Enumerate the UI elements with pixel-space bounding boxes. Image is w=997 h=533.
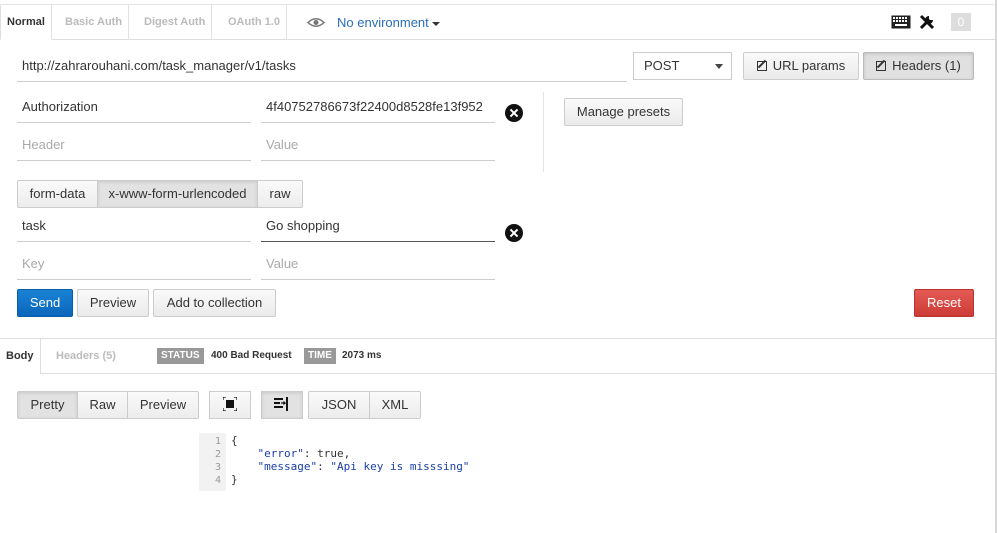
manage-presets-button[interactable]: Manage presets: [564, 98, 683, 126]
wrap-lines-button[interactable]: [261, 391, 303, 419]
json-key-message: "message": [257, 460, 318, 473]
remove-header-icon[interactable]: [505, 104, 523, 122]
reset-button[interactable]: Reset: [914, 289, 974, 317]
chevron-down-icon: [431, 21, 440, 26]
time-label: TIME: [304, 348, 336, 364]
edit-icon: [876, 61, 887, 71]
auth-tab-bar: Normal Basic Auth Digest Auth OAuth 1.0 …: [0, 4, 997, 40]
line-number: 3: [214, 462, 221, 473]
param-value-input[interactable]: Go shopping: [261, 210, 495, 242]
keyboard-icon[interactable]: [891, 15, 911, 29]
tab-response-headers[interactable]: Headers (5): [50, 339, 122, 374]
preview-button[interactable]: Preview: [77, 289, 149, 317]
divider: [543, 92, 544, 172]
header-key-input[interactable]: Authorization: [17, 91, 251, 123]
new-header-key-input[interactable]: Header: [17, 129, 251, 161]
line-number: 1: [214, 436, 221, 447]
view-raw-button[interactable]: Raw: [77, 391, 128, 419]
code-line-3: "message": "Api key is misssing": [257, 460, 470, 473]
add-to-collection-button[interactable]: Add to collection: [153, 289, 276, 317]
code-line-2: "error": true,: [257, 447, 351, 460]
header-value-input[interactable]: 4f40752786673f22400d8528fe13f952: [261, 91, 495, 123]
new-header-value-input[interactable]: Value: [261, 129, 495, 161]
url-params-button[interactable]: URL params: [743, 52, 859, 80]
url-params-label: URL params: [772, 58, 846, 73]
environment-label: No environment: [337, 15, 429, 30]
json-value-error: true: [317, 447, 344, 460]
tab-raw[interactable]: raw: [257, 180, 303, 208]
remove-param-icon[interactable]: [505, 224, 523, 242]
url-input[interactable]: http://zahrarouhani.com/task_manager/v1/…: [17, 50, 627, 82]
tab-normal[interactable]: Normal: [0, 5, 52, 40]
time-value: 2073 ms: [342, 350, 382, 361]
json-key-error: "error": [257, 447, 304, 460]
status-value: 400 Bad Request: [211, 350, 292, 361]
brace-open: {: [231, 434, 238, 447]
status-label: STATUS: [157, 348, 204, 364]
view-preview-button[interactable]: Preview: [127, 391, 199, 419]
brace-close: }: [231, 473, 238, 486]
line-number-gutter: 1 2 3 4: [199, 433, 226, 491]
wrench-icon[interactable]: [918, 13, 936, 31]
new-param-value-input[interactable]: Value: [261, 248, 495, 280]
edit-icon: [756, 61, 767, 71]
format-json-button[interactable]: JSON: [308, 391, 370, 419]
param-key-input[interactable]: task: [17, 210, 251, 242]
line-number: 4: [214, 475, 221, 486]
format-xml-button[interactable]: XML: [369, 391, 421, 419]
method-select[interactable]: POST: [633, 52, 732, 80]
tab-x-www-form-urlencoded[interactable]: x-www-form-urlencoded: [97, 180, 258, 208]
fullscreen-icon: [222, 396, 238, 412]
headers-label: Headers (1): [892, 58, 961, 73]
json-value-message: "Api key is misssing": [330, 460, 470, 473]
tab-digest-auth[interactable]: Digest Auth: [138, 5, 213, 40]
tab-form-data[interactable]: form-data: [17, 180, 98, 208]
tab-oauth[interactable]: OAuth 1.0: [222, 5, 287, 40]
fullscreen-button[interactable]: [209, 391, 251, 419]
wrap-lines-icon: [274, 397, 288, 411]
method-value: POST: [644, 58, 680, 73]
count-badge[interactable]: 0: [951, 13, 971, 31]
environment-selector[interactable]: No environment: [337, 5, 440, 40]
new-param-key-input[interactable]: Key: [17, 248, 251, 280]
eye-icon: [307, 18, 325, 27]
code-line-1: {: [231, 434, 238, 447]
response-tab-bar: Body Headers (5) STATUS 400 Bad Request …: [0, 338, 997, 374]
tab-basic-auth[interactable]: Basic Auth: [59, 5, 130, 40]
view-pretty-button[interactable]: Pretty: [17, 391, 78, 419]
code-line-4: }: [231, 473, 238, 486]
line-number: 2: [214, 449, 221, 460]
tab-response-body[interactable]: Body: [0, 339, 41, 374]
chevron-down-icon: [715, 64, 723, 69]
headers-button[interactable]: Headers (1): [863, 52, 974, 80]
send-button[interactable]: Send: [17, 289, 73, 317]
